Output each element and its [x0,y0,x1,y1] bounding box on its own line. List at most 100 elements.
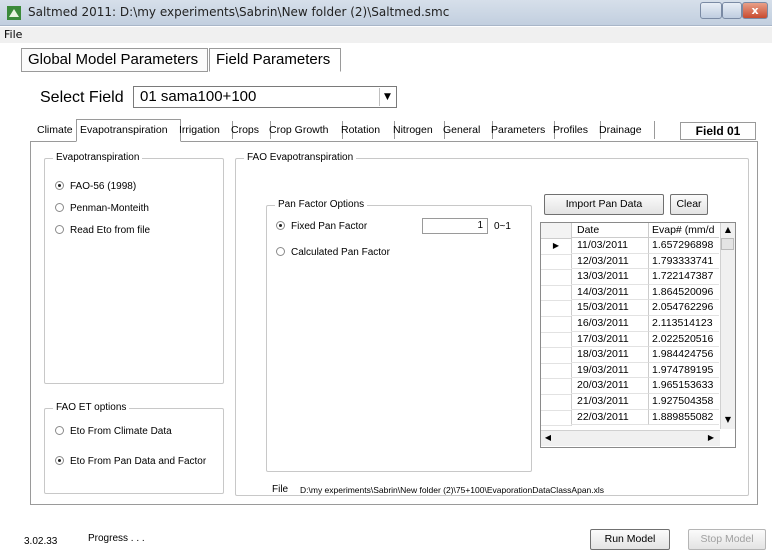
grid-cell-date: 22/03/2011 [571,409,649,426]
radio-read-eto[interactable]: Read Eto from file [55,225,150,236]
grid-cell-date: 14/03/2011 [571,284,649,301]
tab-irrigation[interactable]: Irrigation [176,121,233,139]
grid-cell-date: 19/03/2011 [571,362,649,379]
grid-cell-evap: 1.984424756 [649,347,719,363]
tab-general[interactable]: General [440,121,493,139]
grid-header-evap: Evap# (mm/d [649,223,719,238]
horizontal-scrollbar[interactable]: ◀ ▶ [541,430,720,446]
tab-climate[interactable]: Climate [34,121,81,139]
grid-cell-evap: 1.722147387 [649,269,719,285]
grid-header-date: Date [571,223,649,238]
radio-eto-climate[interactable]: Eto From Climate Data [55,426,172,437]
tab-drainage[interactable]: Drainage [596,121,655,139]
grid-row-header [541,347,572,364]
window-title: Saltmed 2011: D:\my experiments\Sabrin\N… [28,5,450,19]
grid-row-header [541,362,572,380]
scroll-up-icon[interactable]: ▲ [721,223,735,237]
file-path: D:\my experiments\Sabrin\New folder (2)\… [300,485,605,495]
radio-eto-pan[interactable]: Eto From Pan Data and Factor [55,456,206,467]
tab-nitrogen[interactable]: Nitrogen [390,121,445,139]
grid-row-header [541,300,572,317]
grid-cell-date: 11/03/2011 [571,238,649,254]
grid-row-header [541,269,572,286]
scroll-thumb[interactable] [721,238,734,250]
tab-parameters[interactable]: Parameters [488,121,555,139]
grid-cell-date: 17/03/2011 [571,331,649,348]
grid-row-header [541,409,572,427]
close-button[interactable]: x [742,2,768,19]
grid-row-header [541,253,572,271]
fao-et-options-group: FAO ET options Eto From Climate Data Eto… [44,402,224,494]
pan-factor-range: 0~1 [494,221,511,232]
menu-bar [0,27,772,43]
radio-selected-icon [276,221,285,230]
clear-button[interactable]: Clear [670,194,708,215]
stop-model-button[interactable]: Stop Model [688,529,766,550]
select-field-label: Select Field [40,89,124,106]
radio-calculated-pan-factor[interactable]: Calculated Pan Factor [276,247,390,258]
grid-cell-evap: 1.965153633 [649,378,719,394]
tab-crops[interactable]: Crops [228,121,271,139]
progress-label: Progress . . . [88,533,145,544]
grid-cell-evap: 2.113514123 [649,316,719,332]
run-model-button[interactable]: Run Model [590,529,670,550]
scroll-down-icon[interactable]: ▼ [721,413,735,427]
tab-evapotranspiration[interactable]: Evapotranspiration [76,119,181,142]
grid-row-header: ▶ [541,238,572,255]
grid-row-header [541,378,572,395]
tab-rotation[interactable]: Rotation [338,121,395,139]
field-badge: Field 01 [680,122,756,140]
grid-cell-date: 12/03/2011 [571,253,649,270]
grid-cell-evap: 1.974789195 [649,363,719,379]
grid-cell-evap: 1.927504358 [649,394,719,410]
grid-cell-evap: 1.793333741 [649,254,719,270]
vertical-scrollbar[interactable]: ▲ ▼ [720,223,735,429]
grid-cell-evap: 1.657296898 [649,238,719,254]
radio-selected-icon [55,181,64,190]
app-icon [7,6,21,20]
radio-selected-icon [55,456,64,465]
radio-fao56[interactable]: FAO-56 (1998) [55,181,136,192]
maximize-button[interactable] [722,2,742,19]
grid-row-header [541,394,572,411]
group-legend: Pan Factor Options [275,199,368,210]
group-legend: FAO Evapotranspiration [244,152,357,163]
grid-row-header [541,284,572,302]
grid-cell-evap: 2.022520516 [649,332,719,348]
radio-icon [276,247,285,256]
evapotranspiration-group: Evapotranspiration FAO-56 (1998) Penman-… [44,152,224,384]
grid-cell-date: 20/03/2011 [571,378,649,394]
minimize-button[interactable] [700,2,722,19]
group-legend: Evapotranspiration [53,152,143,163]
grid-cell-date: 18/03/2011 [571,347,649,363]
import-pan-data-button[interactable]: Import Pan Data [544,194,664,215]
grid-cell-date: 16/03/2011 [571,316,649,332]
tab-global-model-parameters[interactable]: Global Model Parameters [21,48,208,72]
grid-cell-evap: 1.889855082 [649,410,719,426]
radio-icon [55,203,64,212]
version-label: 3.02.33 [24,536,58,547]
window-controls: x [700,2,768,20]
grid-row-header [541,316,572,333]
select-field-dropdown[interactable]: 01 sama100+100 [133,86,397,108]
tab-field-parameters[interactable]: Field Parameters [209,48,341,72]
tab-profiles[interactable]: Profiles [550,121,601,139]
pan-data-grid[interactable]: Date Evap# (mm/d ▶ 11/03/2011 1.657296898 12/… [540,222,736,448]
scroll-right-icon[interactable]: ▶ [704,431,718,445]
close-icon: x [751,4,759,17]
radio-fixed-pan-factor[interactable]: Fixed Pan Factor [276,221,367,232]
grid-row-header [541,331,572,349]
grid-cell-date: 15/03/2011 [571,300,649,316]
grid-cell-evap: 2.054762296 [649,300,719,316]
radio-icon [55,225,64,234]
scroll-left-icon[interactable]: ◀ [541,431,555,445]
file-label: File [272,484,289,495]
grid-cell-evap: 1.864520096 [649,285,719,301]
tab-crop-growth[interactable]: Crop Growth [266,121,343,139]
grid-corner-header [541,223,572,239]
radio-penman-monteith[interactable]: Penman-Monteith [55,203,149,214]
menu-file[interactable]: File [4,28,22,41]
pan-factor-input[interactable]: 1 [422,218,488,234]
chevron-down-icon[interactable]: ▼ [379,88,395,106]
group-legend: FAO ET options [53,402,130,413]
